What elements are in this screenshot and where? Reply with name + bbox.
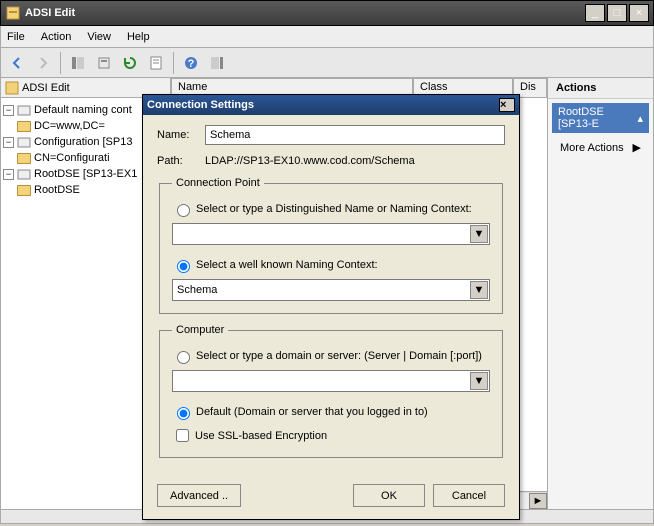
path-label: Path: <box>157 155 205 167</box>
menu-file[interactable]: File <box>7 31 25 43</box>
tree-label: CN=Configurati <box>34 152 110 164</box>
tree-header-label: ADSI Edit <box>22 82 70 94</box>
help-button[interactable]: ? <box>179 51 203 75</box>
tree-label: RootDSE [SP13-EX1 <box>34 168 137 180</box>
wellknown-combo-value: Schema <box>177 284 217 296</box>
maximize-button[interactable]: □ <box>607 4 627 22</box>
tree-label: Configuration [SP13 <box>34 136 132 148</box>
refresh-button[interactable] <box>118 51 142 75</box>
toolbar: ? <box>0 48 654 78</box>
actions-pane: Actions RootDSE [SP13-E ▴ More Actions ▶ <box>547 78 653 509</box>
menu-action[interactable]: Action <box>41 31 72 43</box>
path-value: LDAP://SP13-EX10.www.cod.com/Schema <box>205 155 505 167</box>
back-button[interactable] <box>5 51 29 75</box>
computer-group: Computer Select or type a domain or serv… <box>159 324 503 458</box>
computer-legend: Computer <box>172 324 228 336</box>
name-label: Name: <box>157 129 205 141</box>
forward-button[interactable] <box>31 51 55 75</box>
collapse-icon: ▴ <box>637 112 643 125</box>
container-icon <box>17 135 31 149</box>
dialog-title: Connection Settings <box>147 99 499 111</box>
wellknown-radio-label: Select a well known Naming Context: <box>196 259 378 271</box>
actions-more-label: More Actions <box>560 142 624 154</box>
minimize-button[interactable]: _ <box>585 4 605 22</box>
cancel-button[interactable]: Cancel <box>433 484 505 507</box>
connection-point-legend: Connection Point <box>172 177 264 189</box>
actions-title: Actions <box>548 78 653 99</box>
properties-button[interactable] <box>144 51 168 75</box>
dropdown-icon[interactable]: ▼ <box>470 372 488 390</box>
collapse-icon[interactable]: − <box>3 137 14 148</box>
default-radio-label: Default (Domain or server that you logge… <box>196 406 428 418</box>
folder-icon <box>17 119 31 133</box>
server-radio-label: Select or type a domain or server: (Serv… <box>196 350 482 362</box>
wellknown-radio[interactable] <box>177 260 190 273</box>
folder-icon <box>17 151 31 165</box>
wellknown-combo[interactable]: Schema ▼ <box>172 279 490 301</box>
action-pane-button[interactable] <box>205 51 229 75</box>
tree-label: Default naming cont <box>34 104 132 116</box>
dn-combo[interactable]: ▼ <box>172 223 490 245</box>
menu-help[interactable]: Help <box>127 31 150 43</box>
connection-settings-dialog: Connection Settings × Name: Path: LDAP:/… <box>142 94 520 520</box>
app-icon <box>5 5 21 21</box>
tree-label: DC=www,DC= <box>34 120 105 132</box>
dropdown-icon[interactable]: ▼ <box>470 281 488 299</box>
server-radio[interactable] <box>177 351 190 364</box>
actions-more[interactable]: More Actions ▶ <box>548 137 653 158</box>
export-button[interactable] <box>92 51 116 75</box>
dialog-titlebar: Connection Settings × <box>143 95 519 115</box>
svg-text:?: ? <box>188 58 195 70</box>
dropdown-icon[interactable]: ▼ <box>470 225 488 243</box>
adsi-edit-icon <box>5 81 19 95</box>
advanced-button[interactable]: Advanced .. <box>157 484 241 507</box>
window-title: ADSI Edit <box>25 7 583 19</box>
menubar: File Action View Help <box>0 26 654 48</box>
chevron-right-icon: ▶ <box>633 141 641 154</box>
dialog-close-button[interactable]: × <box>499 98 515 112</box>
default-radio[interactable] <box>177 407 190 420</box>
folder-icon <box>17 183 31 197</box>
name-input[interactable] <box>205 125 505 145</box>
window-titlebar: ADSI Edit _ □ × <box>0 0 654 26</box>
toolbar-separator <box>173 52 174 74</box>
dn-radio-label: Select or type a Distinguished Name or N… <box>196 203 472 215</box>
collapse-icon[interactable]: − <box>3 105 14 116</box>
dn-radio[interactable] <box>177 204 190 217</box>
ssl-label: Use SSL-based Encryption <box>195 430 327 442</box>
close-button[interactable]: × <box>629 4 649 22</box>
connection-point-group: Connection Point Select or type a Distin… <box>159 177 503 314</box>
scroll-right-button[interactable]: ► <box>529 493 547 509</box>
toolbar-separator <box>60 52 61 74</box>
actions-selected-label: RootDSE [SP13-E <box>558 106 637 130</box>
server-combo[interactable]: ▼ <box>172 370 490 392</box>
collapse-icon[interactable]: − <box>3 169 14 180</box>
container-icon <box>17 103 31 117</box>
ok-button[interactable]: OK <box>353 484 425 507</box>
menu-view[interactable]: View <box>87 31 111 43</box>
actions-selected-node[interactable]: RootDSE [SP13-E ▴ <box>552 103 649 133</box>
ssl-checkbox[interactable] <box>176 429 189 442</box>
show-tree-button[interactable] <box>66 51 90 75</box>
tree-label: RootDSE <box>34 184 80 196</box>
container-icon <box>17 167 31 181</box>
